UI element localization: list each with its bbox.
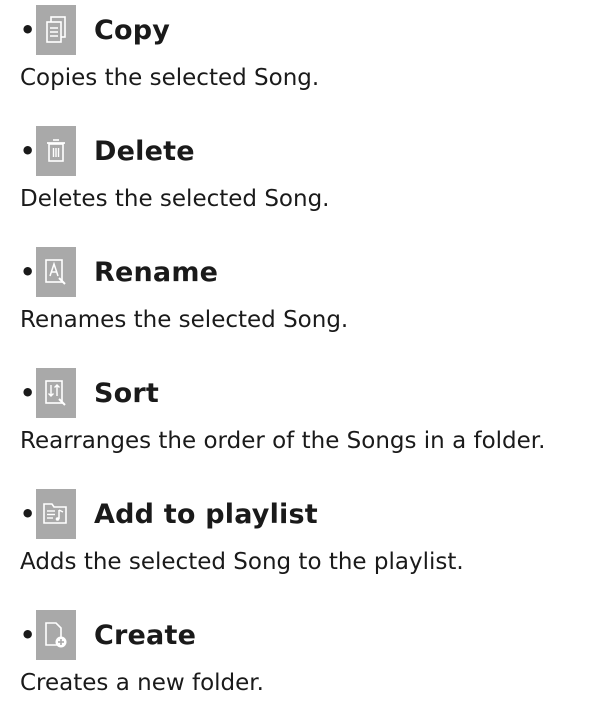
create-heading: • Create	[20, 605, 610, 665]
add-to-playlist-title: Add to playlist	[94, 498, 318, 530]
copy-entry: • Copy Copies the selected Song.	[20, 0, 610, 96]
delete-description: Deletes the selected Song.	[20, 186, 330, 212]
trash-icon	[36, 126, 76, 176]
rename-entry: • Rename Renames the selected Song.	[20, 242, 610, 338]
bullet: •	[20, 137, 36, 165]
copy-icon	[36, 5, 76, 55]
create-description: Creates a new folder.	[20, 670, 264, 696]
rename-description: Renames the selected Song.	[20, 307, 349, 333]
delete-heading: • Delete	[20, 121, 610, 181]
add-to-playlist-heading: • Add to playlist	[20, 484, 610, 544]
bullet: •	[20, 500, 36, 528]
create-title: Create	[94, 619, 197, 651]
sort-title: Sort	[94, 377, 160, 409]
copy-description: Copies the selected Song.	[20, 65, 320, 91]
bullet: •	[20, 258, 36, 286]
delete-entry: • Delete Deletes the selected Song.	[20, 121, 610, 217]
sort-heading: • Sort	[20, 363, 610, 423]
sort-description: Rearranges the order of the Songs in a f…	[20, 428, 546, 454]
add-to-playlist-description: Adds the selected Song to the playlist.	[20, 549, 464, 575]
add-to-playlist-entry: • Add to playlist Adds the selected Song…	[20, 484, 610, 580]
copy-heading: • Copy	[20, 0, 610, 60]
bullet: •	[20, 16, 36, 44]
sort-entry: • Sort Rearranges the order of the Songs…	[20, 363, 610, 459]
rename-title: Rename	[94, 256, 219, 288]
create-entry: • Create Creates a new folder.	[20, 605, 610, 701]
add-to-playlist-icon	[36, 489, 76, 539]
rename-heading: • Rename	[20, 242, 610, 302]
bullet: •	[20, 379, 36, 407]
rename-icon	[36, 247, 76, 297]
sort-icon	[36, 368, 76, 418]
create-folder-icon	[36, 610, 76, 660]
delete-title: Delete	[94, 135, 195, 167]
copy-title: Copy	[94, 14, 171, 46]
bullet: •	[20, 621, 36, 649]
